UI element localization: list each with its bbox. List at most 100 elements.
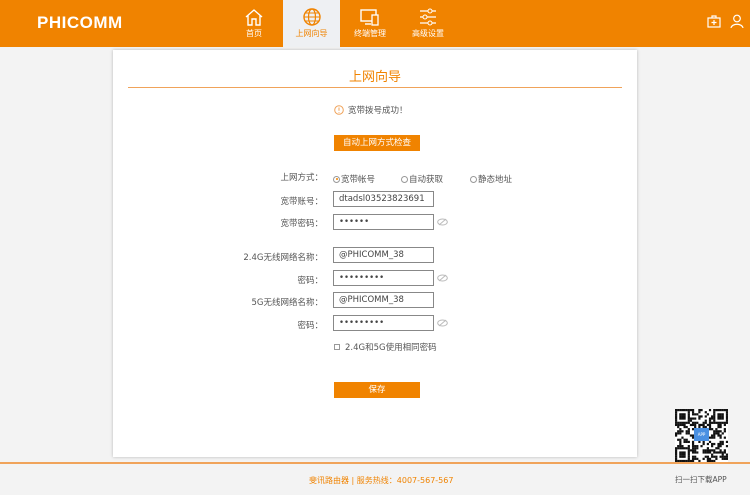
eye-hidden-icon[interactable] bbox=[437, 218, 448, 226]
qr-app-badge: APP bbox=[694, 428, 709, 441]
qr-module bbox=[683, 423, 686, 427]
radio-pppoe[interactable]: 宽带帐号 bbox=[333, 173, 375, 185]
save-button[interactable]: 保存 bbox=[334, 382, 420, 398]
qr-module bbox=[704, 451, 707, 454]
qr-module bbox=[694, 423, 697, 427]
pw24-input[interactable]: ••••••••• bbox=[333, 270, 434, 286]
qr-module bbox=[685, 421, 688, 424]
radio-button[interactable] bbox=[333, 175, 340, 183]
radio-static[interactable]: 静态地址 bbox=[470, 173, 512, 185]
qr-module bbox=[694, 417, 697, 420]
nav-wizard[interactable]: 上网向导 bbox=[283, 0, 340, 47]
qr-module bbox=[675, 457, 678, 460]
qr-module bbox=[691, 411, 695, 414]
qr-module bbox=[719, 442, 722, 446]
qr-module bbox=[723, 409, 726, 412]
qr-module bbox=[719, 451, 722, 454]
account-input[interactable]: dtadsl03523823691 bbox=[333, 191, 434, 207]
qr-module bbox=[702, 442, 705, 446]
same-password-option[interactable]: 2.4G和5G使用相同密码 bbox=[334, 341, 437, 353]
qr-module bbox=[687, 447, 690, 450]
qr-module bbox=[717, 409, 720, 412]
qr-module bbox=[691, 457, 695, 460]
qr-module bbox=[685, 430, 688, 433]
qr-module bbox=[685, 447, 688, 450]
qr-module bbox=[719, 449, 722, 452]
qr-module bbox=[681, 436, 684, 439]
qr-module bbox=[681, 423, 684, 427]
qr-module bbox=[687, 445, 690, 448]
qr-module bbox=[715, 421, 718, 424]
qr-module bbox=[687, 453, 690, 456]
qr-module bbox=[698, 423, 701, 427]
top-header: PHICOMM 首页 上网向导 终端管理 高级设置 bbox=[0, 0, 750, 47]
radio-dhcp[interactable]: 自动获取 bbox=[401, 173, 443, 185]
qr-module bbox=[685, 440, 688, 443]
footer-divider bbox=[0, 462, 750, 464]
qr-module bbox=[721, 432, 724, 435]
qr-module bbox=[713, 434, 716, 437]
qr-module bbox=[725, 415, 729, 418]
qr-module bbox=[713, 430, 716, 433]
qr-module bbox=[698, 409, 701, 412]
qr-module bbox=[683, 417, 686, 420]
qr-module bbox=[708, 449, 712, 452]
qr-module bbox=[679, 442, 682, 446]
home-icon bbox=[245, 9, 263, 26]
qr-module bbox=[681, 413, 684, 416]
toolbox-icon[interactable] bbox=[707, 14, 721, 28]
bb-password-label: 宽带密码： bbox=[280, 219, 323, 229]
qr-module bbox=[698, 417, 701, 420]
radio-button[interactable] bbox=[470, 175, 477, 183]
globe-icon bbox=[302, 8, 321, 26]
qr-module bbox=[683, 447, 686, 450]
qr-module bbox=[689, 423, 693, 427]
qr-module bbox=[706, 413, 709, 416]
auto-detect-button[interactable]: 自动上网方式检查 bbox=[334, 135, 420, 151]
qr-module bbox=[725, 455, 729, 458]
radio-button[interactable] bbox=[401, 175, 408, 183]
qr-module bbox=[677, 409, 680, 412]
qr-module bbox=[687, 432, 690, 435]
qr-module bbox=[708, 440, 712, 443]
qr-module bbox=[691, 455, 695, 458]
qr-module bbox=[715, 430, 718, 433]
qr-module bbox=[708, 419, 712, 422]
qr-module bbox=[679, 455, 682, 458]
qr-module bbox=[681, 445, 684, 448]
nav-home[interactable]: 首页 bbox=[236, 0, 272, 47]
status-message: 宽带拨号成功！ bbox=[334, 104, 408, 116]
qr-module bbox=[725, 453, 729, 456]
nav-advanced[interactable]: 高级设置 bbox=[406, 0, 450, 47]
user-icon[interactable] bbox=[730, 14, 744, 28]
qr-module bbox=[711, 436, 714, 439]
qr-module bbox=[687, 457, 690, 460]
qr-module bbox=[702, 449, 705, 452]
qr-module bbox=[708, 417, 712, 420]
qr-module bbox=[725, 421, 729, 424]
nav-home-label: 首页 bbox=[246, 29, 262, 38]
qr-module bbox=[711, 453, 714, 456]
qr-module bbox=[723, 430, 726, 433]
ssid24-input[interactable]: @PHICOMM_38 bbox=[333, 247, 434, 263]
qr-module bbox=[702, 440, 705, 443]
qr-module bbox=[711, 442, 714, 446]
qr-module bbox=[723, 428, 726, 431]
eye-hidden-icon[interactable] bbox=[437, 274, 448, 282]
bb-password-input[interactable]: •••••• bbox=[333, 214, 434, 230]
qr-module bbox=[698, 415, 701, 418]
qr-module bbox=[691, 449, 695, 452]
qr-module bbox=[719, 436, 722, 439]
qr-module bbox=[694, 447, 697, 450]
nav-devices[interactable]: 终端管理 bbox=[350, 0, 390, 47]
pw5-input[interactable]: ••••••••• bbox=[333, 315, 434, 331]
qr-module bbox=[721, 415, 724, 418]
same-password-checkbox[interactable] bbox=[334, 344, 340, 350]
eye-hidden-icon[interactable] bbox=[437, 319, 448, 327]
qr-module bbox=[687, 409, 690, 412]
qr-module bbox=[681, 409, 684, 412]
ssid5-input[interactable]: @PHICOMM_38 bbox=[333, 292, 434, 308]
qr-module bbox=[689, 449, 693, 452]
qr-module bbox=[706, 442, 709, 446]
qr-module bbox=[717, 425, 720, 429]
